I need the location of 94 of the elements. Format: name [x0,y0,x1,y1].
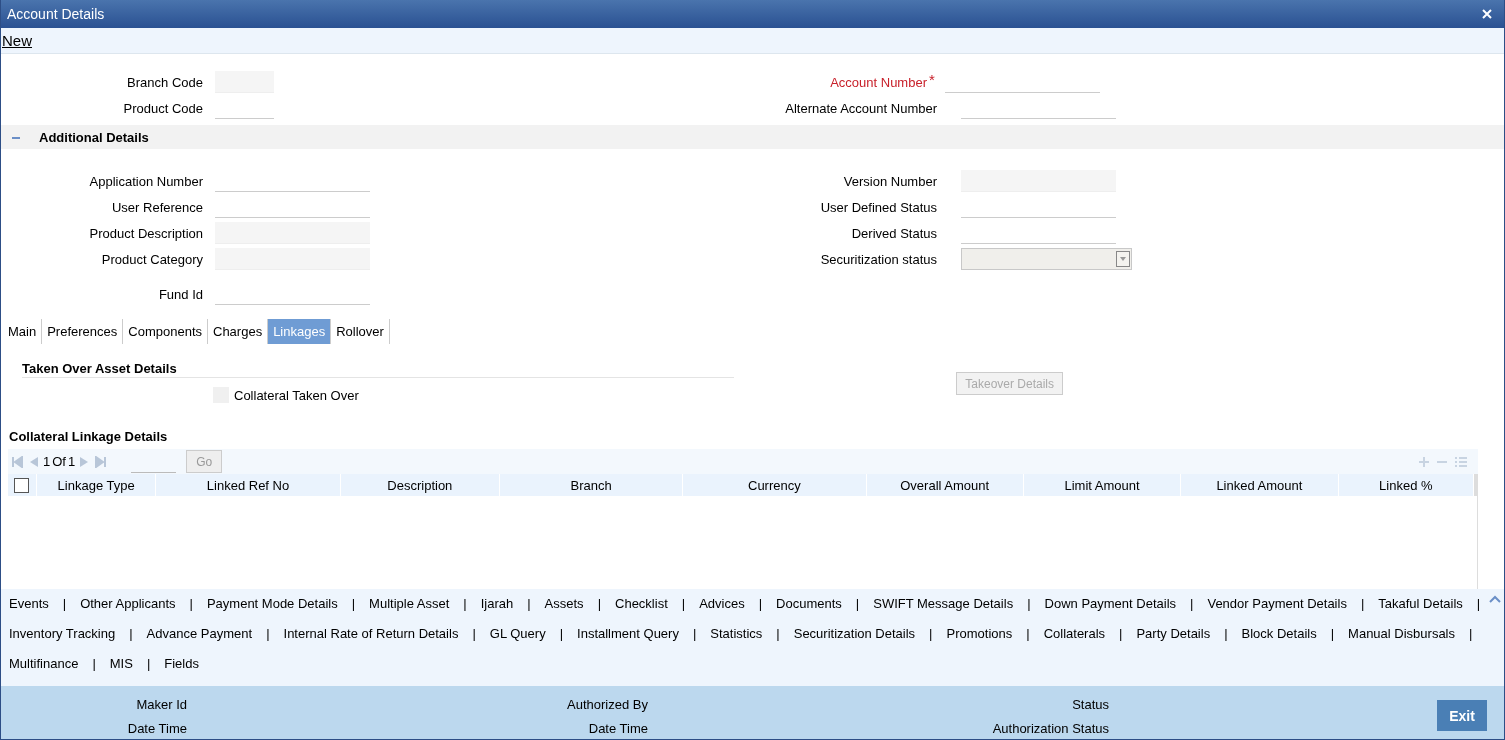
separator: | [351,596,356,611]
separator: | [1027,596,1031,611]
link[interactable]: Events [9,596,49,611]
footer-label: Date Time [127,720,187,736]
link[interactable]: Multifinance [9,656,79,671]
link[interactable]: Payment Mode Details [206,596,338,611]
new-link[interactable]: New [2,32,32,49]
page-total: 1 [67,454,76,469]
footer-label: Date Time [588,720,648,736]
separator: | [758,596,763,611]
close-icon[interactable] [1482,9,1492,19]
field-label: Alternate Account Number [784,100,938,116]
separator: | [463,596,467,611]
page-of-label: Of [52,454,66,469]
required-mark: * [929,71,935,88]
section-title: Additional Details [39,129,149,145]
link[interactable]: Securitization Details [793,626,916,641]
link[interactable]: Party Details [1136,626,1211,641]
separator: | [1119,626,1123,641]
separator: | [1469,626,1473,641]
last-page-icon[interactable] [95,455,108,468]
separator: | [681,596,686,611]
separator: | [472,626,476,641]
field-label: Branch Code [126,74,204,90]
field-label: Fund Id [157,286,204,302]
previous-page-icon[interactable] [29,455,39,468]
link[interactable]: Fields [164,656,199,671]
separator: | [1360,596,1365,611]
link[interactable]: Down Payment Details [1044,596,1177,611]
field-label: User Defined Status [819,199,938,215]
field-label: Product Description [88,225,204,241]
next-page-icon[interactable] [79,455,90,468]
link[interactable]: Collaterals [1043,626,1106,641]
footer-label: Authorization Status [992,720,1109,736]
chevron-up-icon[interactable] [1489,595,1501,603]
exit-button[interactable]: Exit [1437,700,1487,731]
select-all-checkbox[interactable] [14,477,30,493]
separator: | [1476,596,1481,611]
separator: | [1330,626,1335,641]
field-label: Version Number [842,173,938,189]
footer-label: Maker Id [136,696,187,712]
add-row-icon[interactable] [1418,455,1430,468]
footer-label: Authorized By [567,696,648,712]
separator: | [929,626,933,641]
link[interactable]: Promotions [946,626,1013,641]
link[interactable]: Other Applicants [80,596,176,611]
separator: | [1190,596,1194,611]
separator: | [92,656,96,671]
link[interactable]: Internal Rate of Return Details [283,626,459,641]
link[interactable]: GL Query [489,626,546,641]
link[interactable]: Documents [776,596,842,611]
separator: | [855,596,860,611]
list-view-icon[interactable] [1454,455,1468,468]
link[interactable]: Manual Disbursals [1348,626,1455,641]
field-label: Application Number [88,173,204,189]
checkbox-label: Collateral Taken Over [234,387,359,403]
separator: | [62,596,67,611]
link[interactable]: Ijarah [480,596,514,611]
separator: | [527,596,531,611]
field-label: Account Number [829,74,928,90]
section-title: Collateral Linkage Details [8,428,169,444]
link[interactable]: Takaful Details [1378,596,1463,611]
separator: | [776,626,780,641]
separator: | [129,626,133,641]
field-label: User Reference [110,199,204,215]
footer-label: Status [1072,696,1109,712]
field-label: Product Category [100,251,204,267]
link[interactable]: Block Details [1241,626,1317,641]
field-label: Derived Status [850,225,938,241]
link[interactable]: Multiple Asset [369,596,450,611]
separator: | [559,626,564,641]
first-page-icon[interactable] [11,455,23,468]
separator: | [597,596,601,611]
link[interactable]: Assets [544,596,584,611]
separator: | [146,656,151,671]
field-label: Product Code [122,100,204,116]
link[interactable]: Inventory Tracking [9,626,116,641]
link[interactable]: Advance Payment [146,626,253,641]
window-title: Account Details [7,6,105,22]
separator: | [692,626,697,641]
link[interactable]: SWIFT Message Details [873,596,1014,611]
link[interactable]: Vendor Payment Details [1207,596,1347,611]
page-number: 1 [43,454,51,469]
link[interactable]: Checklist [615,596,668,611]
section-title: Taken Over Asset Details [22,361,177,376]
separator: | [189,596,193,611]
link[interactable]: Statistics [710,626,763,641]
link[interactable]: MIS [109,656,133,671]
field-label: Securitization status [819,251,938,267]
separator: | [1026,626,1030,641]
separator: | [266,626,270,641]
link[interactable]: Installment Query [577,626,679,641]
link[interactable]: Advices [699,596,745,611]
separator: | [1224,626,1228,641]
